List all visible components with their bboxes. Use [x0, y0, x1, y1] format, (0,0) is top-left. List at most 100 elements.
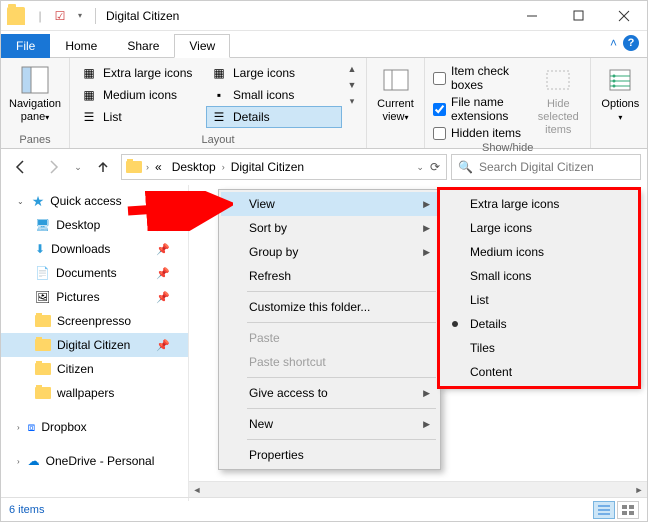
submenu-small[interactable]: Small icons — [442, 264, 636, 288]
scrollbar-track[interactable] — [205, 483, 631, 497]
menu-separator — [247, 291, 436, 292]
list-icon: ☰ — [81, 109, 97, 125]
menu-separator — [247, 377, 436, 378]
window-title: Digital Citizen — [102, 9, 179, 23]
breadcrumb-digital-citizen[interactable]: Digital Citizen — [227, 160, 308, 174]
menu-give-access[interactable]: Give access to — [221, 381, 438, 405]
dropbox-icon: ⧈ — [28, 420, 36, 435]
pin-icon: 📌 — [156, 339, 170, 352]
search-input[interactable]: 🔍 Search Digital Citizen — [451, 154, 641, 180]
layout-list[interactable]: ☰List — [76, 106, 206, 128]
sidebar-documents[interactable]: 📄Documents📌 — [1, 261, 188, 285]
recent-locations-button[interactable]: ⌄ — [71, 153, 85, 181]
submenu-list[interactable]: List — [442, 288, 636, 312]
submenu-large[interactable]: Large icons — [442, 216, 636, 240]
thumbnails-view-button[interactable] — [617, 501, 639, 519]
hide-selected-icon — [542, 64, 574, 96]
layout-small[interactable]: ▪Small icons — [206, 84, 342, 106]
scroll-right-button[interactable]: ► — [631, 483, 647, 497]
menu-view[interactable]: View — [221, 192, 438, 216]
qat-properties-icon[interactable]: ☑ — [51, 7, 69, 25]
check-item-checkboxes[interactable]: Item check boxes — [433, 64, 528, 92]
menu-customize[interactable]: Customize this folder... — [221, 295, 438, 319]
menu-properties[interactable]: Properties — [221, 443, 438, 467]
pin-icon: 📌 — [156, 243, 170, 256]
back-button[interactable] — [7, 153, 35, 181]
submenu-details[interactable]: Details — [442, 312, 636, 336]
search-placeholder: Search Digital Citizen — [479, 160, 594, 174]
layout-extra-large[interactable]: ▦Extra large icons — [76, 62, 206, 84]
chevron-down-icon: ⌄ — [17, 197, 24, 206]
sidebar-pictures[interactable]: 🖼Pictures📌 — [1, 285, 188, 309]
chevron-right-icon[interactable]: › — [146, 162, 149, 172]
forward-button — [39, 153, 67, 181]
chevron-right-icon[interactable]: › — [222, 162, 225, 172]
menu-refresh[interactable]: Refresh — [221, 264, 438, 288]
desktop-icon: 🖥 — [35, 218, 50, 232]
submenu-tiles[interactable]: Tiles — [442, 336, 636, 360]
minimize-button[interactable] — [509, 1, 555, 31]
horizontal-scrollbar[interactable]: ◄ ► — [189, 481, 647, 497]
refresh-icon[interactable]: ⟳ — [430, 160, 440, 174]
layout-scroll-up[interactable]: ▲ — [344, 62, 360, 76]
breadcrumb-desktop[interactable]: Desktop — [168, 160, 220, 174]
chevron-right-icon: › — [17, 457, 20, 466]
layout-large[interactable]: ▦Large icons — [206, 62, 342, 84]
up-button[interactable] — [89, 153, 117, 181]
qat-separator: | — [31, 7, 49, 25]
submenu-extra-large[interactable]: Extra large icons — [442, 192, 636, 216]
pictures-icon: 🖼 — [35, 290, 50, 304]
sidebar-downloads[interactable]: ⬇Downloads📌 — [1, 237, 188, 261]
sidebar-quick-access[interactable]: ⌄★Quick access — [1, 189, 188, 213]
sidebar-onedrive[interactable]: ›☁OneDrive - Personal — [1, 449, 188, 473]
current-view-button[interactable]: Current view▾ — [373, 62, 418, 124]
sidebar-desktop[interactable]: 🖥Desktop📌 — [1, 213, 188, 237]
navigation-pane-button[interactable]: Navigation pane▾ — [7, 62, 63, 124]
layout-details[interactable]: ☰Details — [206, 106, 342, 128]
current-view-icon — [380, 64, 412, 96]
maximize-button[interactable] — [555, 1, 601, 31]
address-dropdown-icon[interactable]: ⌄ — [416, 162, 424, 173]
sidebar-wallpapers[interactable]: wallpapers — [1, 381, 188, 405]
qat-dropdown-icon[interactable]: ▾ — [71, 7, 89, 25]
sidebar-digital-citizen[interactable]: Digital Citizen📌 — [1, 333, 188, 357]
navigation-pane-icon — [19, 64, 51, 96]
folder-icon — [7, 7, 25, 25]
tab-file[interactable]: File — [1, 34, 50, 58]
pin-icon: 📌 — [156, 267, 170, 280]
details-view-button[interactable] — [593, 501, 615, 519]
options-button[interactable]: Options▾ — [597, 62, 643, 124]
check-hidden-items[interactable]: Hidden items — [433, 126, 528, 140]
status-bar: 6 items — [1, 497, 647, 521]
folder-icon — [35, 363, 51, 375]
layout-expand[interactable]: ▾ — [344, 94, 360, 108]
menu-paste: Paste — [221, 326, 438, 350]
submenu-content[interactable]: Content — [442, 360, 636, 384]
folder-icon — [35, 387, 51, 399]
close-button[interactable] — [601, 1, 647, 31]
tab-view[interactable]: View — [174, 34, 230, 58]
address-bar[interactable]: › « Desktop › Digital Citizen ⌄ ⟳ — [121, 154, 447, 180]
tab-share[interactable]: Share — [112, 34, 174, 58]
layout-medium[interactable]: ▦Medium icons — [76, 84, 206, 106]
menu-group-by[interactable]: Group by — [221, 240, 438, 264]
pin-icon: 📌 — [156, 291, 170, 304]
scroll-left-button[interactable]: ◄ — [189, 483, 205, 497]
quick-access-toolbar: | ☑ ▾ — [7, 7, 89, 25]
extra-large-icon: ▦ — [81, 65, 97, 81]
item-count: 6 items — [9, 504, 44, 516]
sidebar-citizen[interactable]: Citizen — [1, 357, 188, 381]
tab-home[interactable]: Home — [50, 34, 112, 58]
sidebar-screenpresso[interactable]: Screenpresso — [1, 309, 188, 333]
check-file-extensions[interactable]: File name extensions — [433, 95, 528, 123]
separator — [95, 8, 96, 24]
help-icon[interactable]: ? — [623, 35, 639, 51]
menu-sort-by[interactable]: Sort by — [221, 216, 438, 240]
submenu-medium[interactable]: Medium icons — [442, 240, 636, 264]
layout-scroll-down[interactable]: ▼ — [344, 78, 360, 92]
ribbon-collapse-icon[interactable]: ˄ — [610, 36, 617, 50]
menu-new[interactable]: New — [221, 412, 438, 436]
breadcrumb-dots[interactable]: « — [151, 160, 166, 174]
sidebar-dropbox[interactable]: ›⧈Dropbox — [1, 415, 188, 439]
menu-separator — [247, 439, 436, 440]
